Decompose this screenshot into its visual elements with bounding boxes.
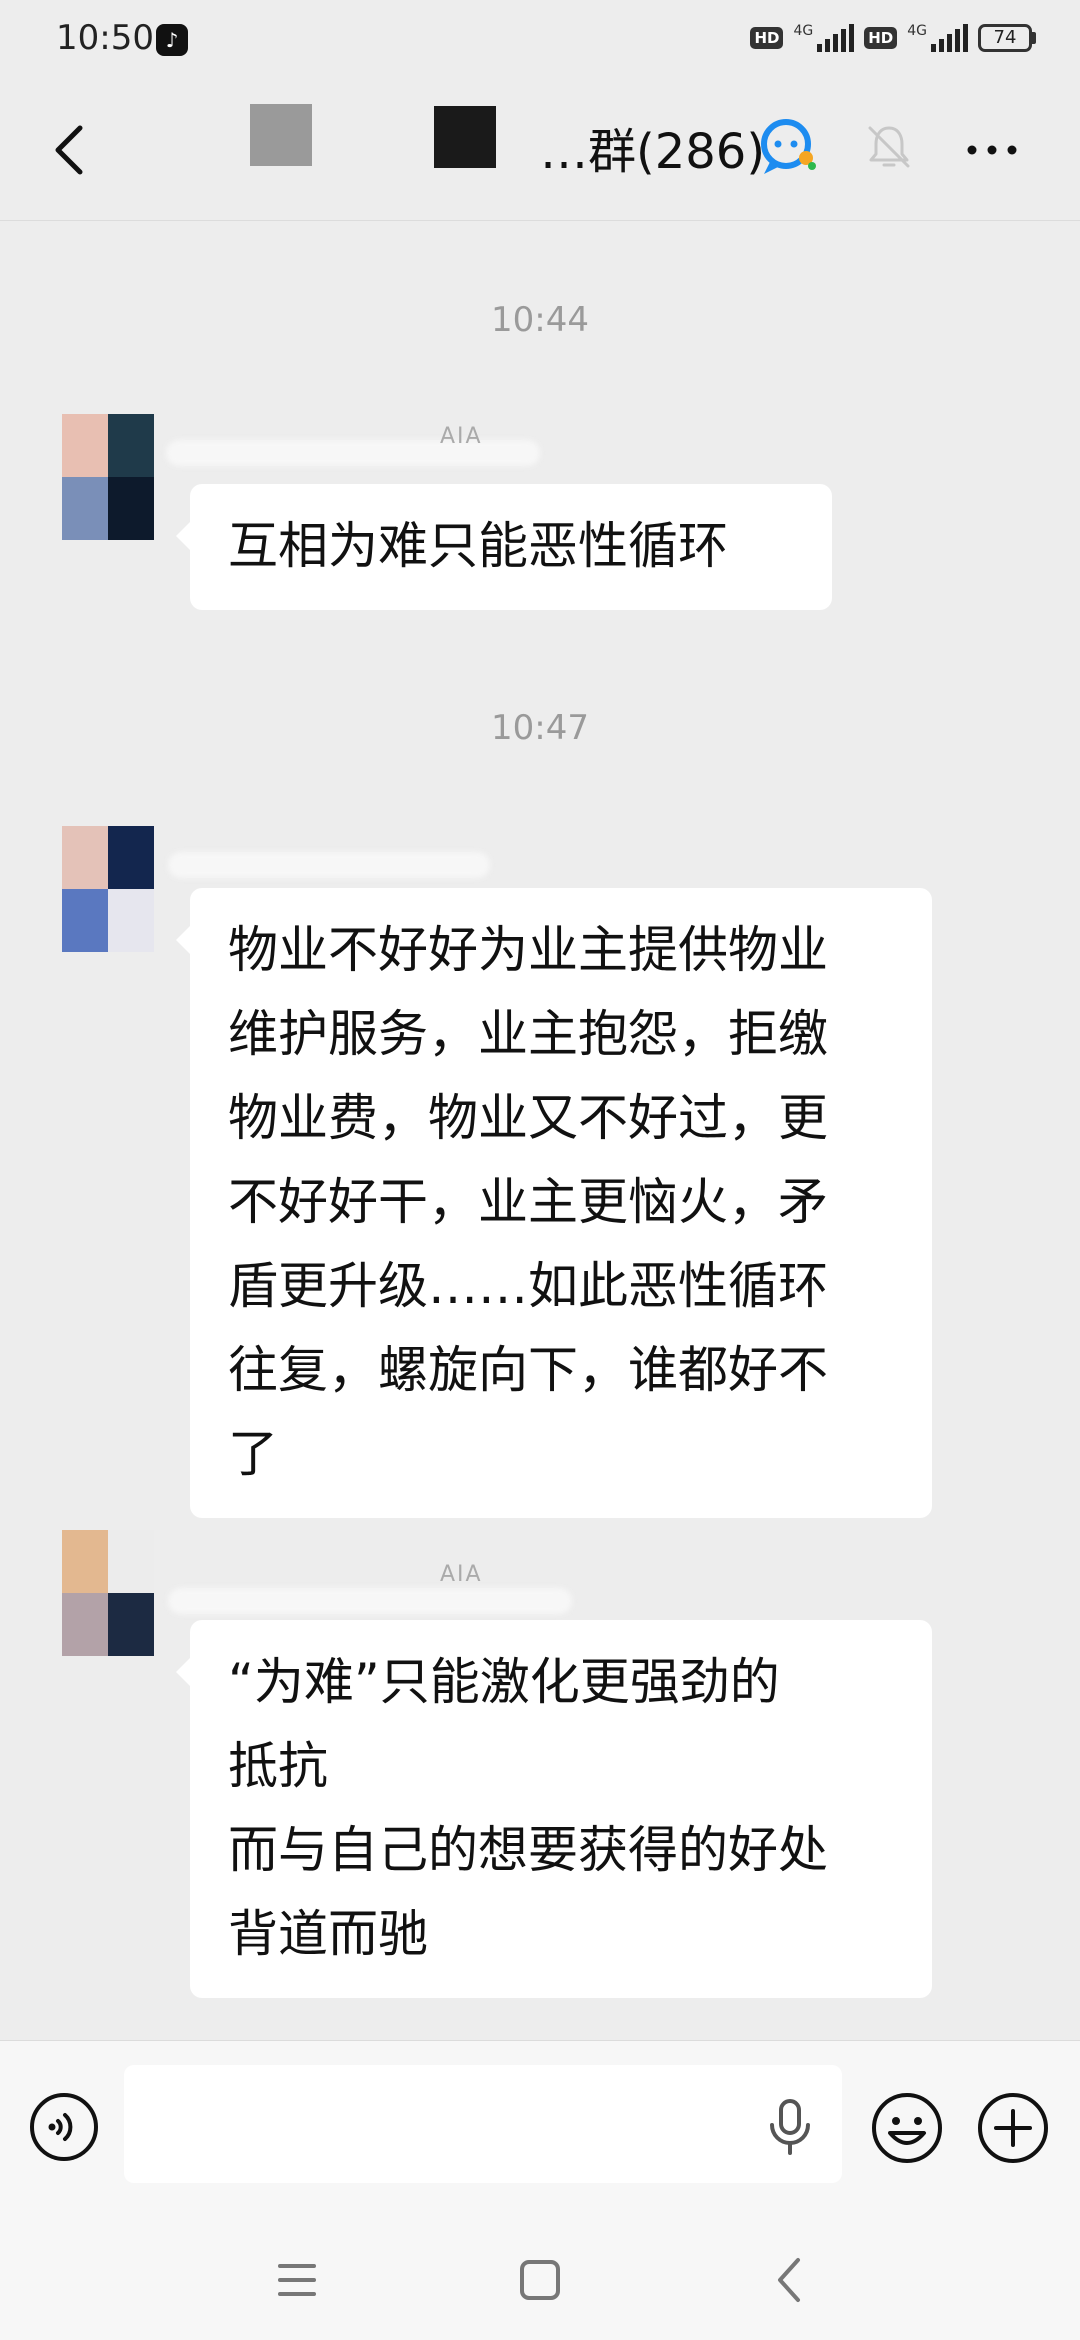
network-type-label: 4G — [907, 23, 927, 39]
status-bar: 10:50 ♪ HD 4G HD 4G 74 — [0, 0, 1080, 88]
emoji-button[interactable] — [870, 2091, 944, 2165]
avatar[interactable] — [62, 414, 154, 540]
group-chat-icon[interactable] — [756, 114, 822, 180]
message-bubble[interactable]: 互相为难只能恶性循环 — [176, 484, 832, 610]
status-time: 10:50 — [56, 18, 154, 58]
system-navigation-bar — [0, 2220, 1080, 2340]
message-text-line: 互相为难只能恶性循环 — [228, 517, 728, 575]
mute-bell-icon — [868, 126, 910, 168]
nickname-redaction — [168, 1588, 572, 1614]
signal-icon — [817, 24, 855, 52]
message-text-line: 了 — [228, 1425, 278, 1483]
message-text-line: 物业费，物业又不好过，更 — [228, 1089, 828, 1147]
chat-input-bar — [0, 2040, 1080, 2221]
nickname-redaction — [168, 852, 490, 878]
message-text-line: 抵抗 — [228, 1737, 328, 1795]
signal-icon — [931, 24, 968, 52]
chat-header: …群(286) — [0, 88, 1080, 221]
avatar[interactable] — [62, 1530, 154, 1656]
hd-badge: HD — [864, 27, 898, 49]
message-text-line: 而与自己的想要获得的好处 — [228, 1821, 828, 1879]
nickname-redaction — [166, 440, 540, 466]
redacted-block — [250, 104, 312, 166]
avatar[interactable] — [62, 826, 154, 952]
home-icon[interactable] — [512, 2256, 568, 2304]
message-text-line: 物业不好好为业主提供物业 — [228, 921, 828, 979]
message-input[interactable] — [124, 2065, 842, 2183]
network-type-label: 4G — [793, 23, 814, 39]
microphone-icon[interactable] — [764, 2097, 816, 2157]
message-text-line: 维护服务，业主抱怨，拒缴 — [228, 1005, 828, 1063]
hd-badge: HD — [750, 27, 784, 49]
message-timestamp: 10:44 — [491, 300, 589, 340]
message-text-line: 往复，螺旋向下，谁都好不 — [228, 1341, 828, 1399]
message-text-line: 盾更升级……如此恶性循环 — [228, 1257, 828, 1315]
redacted-block — [434, 106, 496, 168]
battery-level: 74 — [978, 24, 1032, 52]
message-text-line: 背道而驰 — [228, 1905, 428, 1963]
more-options-icon[interactable] — [960, 118, 1024, 182]
back-nav-icon[interactable] — [764, 2252, 816, 2308]
message-text-line: 不好好干，业主更恼火，矛 — [228, 1173, 828, 1231]
status-indicators: HD 4G HD 4G 74 — [750, 23, 1036, 52]
message-bubble[interactable]: 物业不好好为业主提供物业 维护服务，业主抱怨，拒缴 物业费，物业又不好过，更 不… — [176, 888, 932, 1518]
voice-mode-button[interactable] — [28, 2091, 100, 2163]
message-text-line: “为难”只能激化更强劲的 — [228, 1653, 780, 1711]
message-timestamp: 10:47 — [491, 708, 589, 748]
back-arrow-icon[interactable] — [40, 118, 104, 182]
recent-apps-icon[interactable] — [270, 2258, 324, 2302]
sender-nickname: AIA — [440, 424, 483, 449]
sender-nickname: AIA — [440, 1562, 483, 1587]
plus-button[interactable] — [976, 2091, 1050, 2165]
battery-icon: 74 — [978, 24, 1036, 52]
message-bubble[interactable]: “为难”只能激化更强劲的 抵抗 而与自己的想要获得的好处 背道而驰 — [176, 1620, 932, 1998]
tiktok-notification-icon: ♪ — [156, 24, 188, 56]
chat-title[interactable]: …群(286) — [540, 112, 765, 182]
